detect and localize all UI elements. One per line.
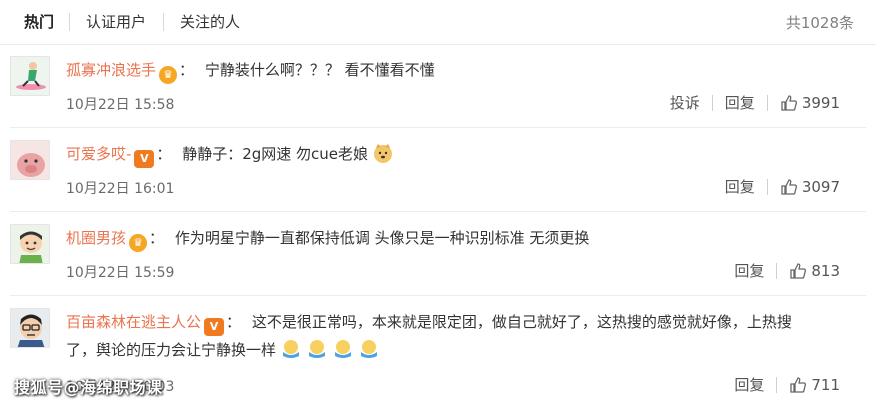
like-button[interactable]: 3991 — [780, 93, 840, 112]
thumbs-up-icon — [781, 95, 797, 111]
like-button[interactable]: 711 — [789, 375, 840, 394]
pig-avatar-icon — [11, 141, 49, 179]
surfer-avatar-icon — [11, 57, 49, 95]
like-count: 3991 — [801, 93, 840, 112]
member-crown-icon: ♛ — [129, 234, 148, 252]
comment-actions: 回复 3097 — [725, 176, 840, 197]
thumbs-up-icon — [790, 263, 807, 279]
avatar[interactable] — [10, 308, 50, 348]
comment-text-line: 可爱多哎- V： 静静子：2g网速 勿cue老娘 — [66, 141, 394, 168]
comment-content: 宁静装什么啊？？？ 看不懂看不懂 — [204, 61, 435, 79]
comment-content: 这不是很正常吗，本来就是限定团，做自己就好了，这热搜的感觉就好像，上热搜 — [251, 313, 792, 331]
like-button[interactable]: 813 — [789, 261, 840, 280]
comment-text-line: 机圈男孩 ♛： 作为明星宁静一直都保持低调 头像只是一种识别标准 无须更换 — [66, 225, 589, 252]
like-button[interactable]: 3097 — [780, 177, 840, 196]
comment-content-continued: 了，舆论的压力会让宁静换一样 — [66, 341, 277, 359]
comment-actions: 投诉 回复 3991 — [670, 92, 840, 113]
verified-v-icon: V — [134, 150, 155, 168]
comment-username[interactable]: 可爱多哎- — [66, 145, 131, 163]
comment-username[interactable]: 百亩森林在逃主人公 — [66, 313, 201, 331]
tab-divider — [163, 13, 164, 31]
comment-item: 孤寡冲浪选手 ♛： 宁静装什么啊？？？ 看不懂看不懂 10月22日 15:58 投… — [0, 44, 876, 128]
hug-emoji-icon — [361, 340, 378, 358]
report-button[interactable]: 投诉 — [670, 92, 700, 113]
avatar[interactable] — [10, 140, 50, 180]
tab-verified-users[interactable]: 认证用户 — [86, 11, 146, 32]
comment-filter-tabs: 热门 认证用户 关注的人 共1028条 — [0, 0, 876, 45]
hug-emoji-icon — [309, 340, 326, 358]
comment-item: 可爱多哎- V： 静静子：2g网速 勿cue老娘 10月22日 16:01 回复 3… — [0, 128, 876, 212]
action-divider — [776, 262, 778, 279]
comment-username[interactable]: 机圈男孩 — [66, 229, 126, 247]
action-divider — [776, 376, 778, 393]
comment-text-line-2: 了，舆论的压力会让宁静换一样 — [66, 337, 380, 363]
tab-divider — [69, 13, 70, 31]
comment-content: 静静子：2g网速 勿cue老娘 — [182, 145, 369, 163]
hug-emoji-icon — [283, 340, 300, 358]
like-count: 813 — [811, 261, 840, 280]
action-divider — [766, 178, 768, 195]
comment-actions: 回复 813 — [734, 260, 840, 281]
thumbs-up-icon — [790, 377, 807, 393]
avatar[interactable] — [10, 56, 50, 96]
verified-v-icon: V — [204, 318, 225, 336]
avatar[interactable] — [10, 224, 50, 264]
cartoon-boy-avatar-icon — [11, 225, 49, 263]
comment-time: 10月22日 16:01 — [66, 181, 175, 197]
comment-total-count: 共1028条 — [785, 14, 854, 32]
reply-button[interactable]: 回复 — [725, 176, 755, 197]
action-divider — [766, 94, 768, 111]
reply-button[interactable]: 回复 — [725, 92, 755, 113]
thumbs-up-icon — [781, 179, 797, 195]
comment-username[interactable]: 孤寡冲浪选手 — [66, 61, 156, 79]
action-divider — [711, 94, 713, 111]
doge-emoji-icon — [374, 144, 393, 163]
cartoon-man-avatar-icon — [11, 309, 49, 347]
tab-hot[interactable]: 热门 — [24, 11, 54, 32]
reply-button[interactable]: 回复 — [734, 374, 764, 395]
comment-text-line: 百亩森林在逃主人公 V： 这不是很正常吗，本来就是限定团，做自己就好了，这热搜的感… — [66, 309, 792, 336]
like-count: 3097 — [801, 177, 840, 196]
comment-content: 作为明星宁静一直都保持低调 头像只是一种识别标准 无须更换 — [174, 229, 590, 247]
comment-time: 10月22日 15:58 — [66, 97, 175, 113]
reply-button[interactable]: 回复 — [734, 260, 764, 281]
hug-emoji-icon — [335, 340, 352, 358]
comment-text-line: 孤寡冲浪选手 ♛： 宁静装什么啊？？？ 看不懂看不懂 — [66, 57, 435, 84]
comment-time: 10月22日 15:59 — [66, 265, 175, 281]
comment-item: 机圈男孩 ♛： 作为明星宁静一直都保持低调 头像只是一种识别标准 无须更换 10月… — [0, 212, 876, 296]
comment-actions: 回复 711 — [734, 374, 840, 395]
like-count: 711 — [811, 375, 840, 394]
tab-following[interactable]: 关注的人 — [180, 11, 240, 32]
member-crown-icon: ♛ — [159, 66, 178, 84]
source-watermark: 搜狐号@海绵职场课 — [14, 378, 163, 397]
